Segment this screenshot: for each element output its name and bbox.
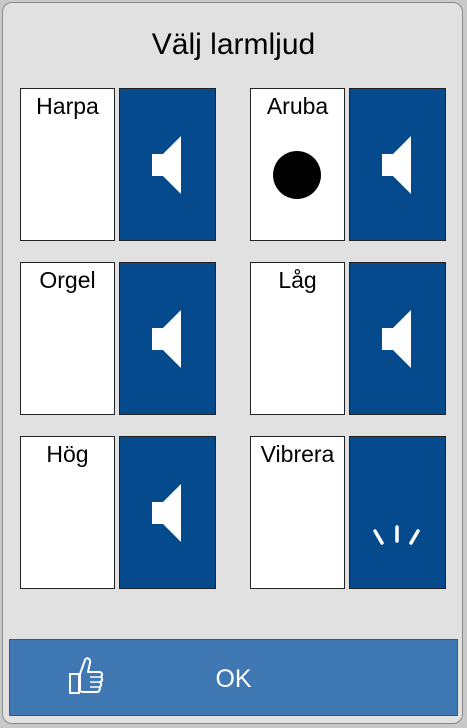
- option-hog[interactable]: Hög: [20, 436, 115, 589]
- play-aruba-button[interactable]: [349, 88, 446, 241]
- option-label: Hög: [46, 441, 89, 467]
- ok-label: OK: [215, 665, 252, 693]
- play-orgel-button[interactable]: [119, 262, 216, 415]
- option-orgel[interactable]: Orgel: [20, 262, 115, 415]
- play-vibrera-button[interactable]: [349, 436, 446, 589]
- play-harpa-button[interactable]: [119, 88, 216, 241]
- speaker-icon: [382, 310, 411, 368]
- speaker-icon: [382, 136, 411, 194]
- vibrate-icon: [373, 525, 420, 545]
- option-label: Aruba: [266, 93, 329, 119]
- play-lag-button[interactable]: [349, 262, 446, 415]
- dialog-title: Välj larmljud: [151, 28, 316, 61]
- option-aruba[interactable]: Aruba: [250, 88, 345, 241]
- option-harpa[interactable]: Harpa: [20, 88, 115, 241]
- speaker-icon: [152, 484, 181, 542]
- selected-radio-indicator: [273, 151, 321, 199]
- option-vibrera[interactable]: Vibrera: [250, 436, 345, 589]
- play-hog-button[interactable]: [119, 436, 216, 589]
- option-lag[interactable]: Låg: [250, 262, 345, 415]
- speaker-icon: [152, 136, 181, 194]
- option-label: Orgel: [39, 267, 96, 293]
- option-label: Harpa: [36, 93, 99, 119]
- ok-button[interactable]: OK: [9, 639, 458, 716]
- speaker-icon: [152, 310, 181, 368]
- option-label: Vibrera: [260, 441, 335, 467]
- option-label: Låg: [278, 267, 317, 293]
